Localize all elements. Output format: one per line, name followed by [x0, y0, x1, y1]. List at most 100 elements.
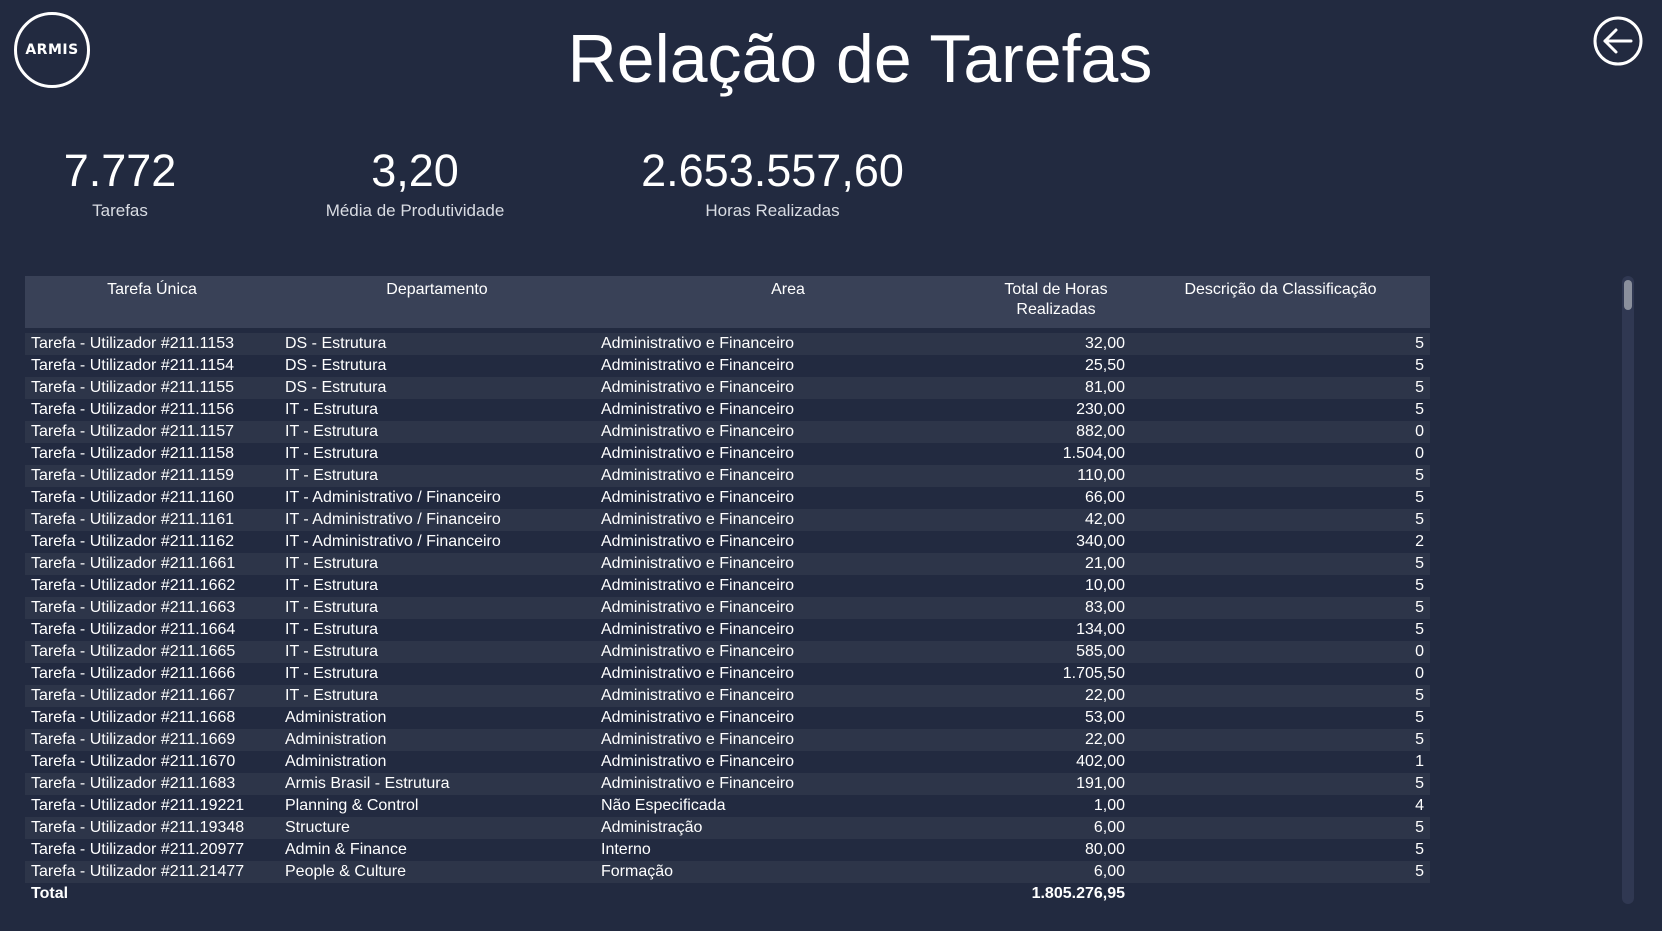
column-header-tarefa[interactable]: Tarefa Única: [25, 276, 279, 328]
cell-classificacao: 0: [1131, 443, 1430, 465]
cell-classificacao: 0: [1131, 663, 1430, 685]
cell-departamento: IT - Estrutura: [279, 421, 595, 443]
table-row[interactable]: Tarefa - Utilizador #211.20977 Admin & Fi…: [25, 839, 1430, 861]
cell-area: Administrativo e Financeiro: [595, 597, 981, 619]
table-row[interactable]: Tarefa - Utilizador #211.1661 IT - Estrut…: [25, 553, 1430, 575]
cell-classificacao: 5: [1131, 685, 1430, 707]
cell-horas: 66,00: [981, 487, 1131, 509]
cell-departamento: Admin & Finance: [279, 839, 595, 861]
table-row[interactable]: Tarefa - Utilizador #211.19348 Structure A…: [25, 817, 1430, 839]
table-row[interactable]: Tarefa - Utilizador #211.1667 IT - Estrut…: [25, 685, 1430, 707]
cell-classificacao: 5: [1131, 509, 1430, 531]
column-header-classificacao[interactable]: Descrição da Classificação: [1131, 276, 1430, 328]
table-row[interactable]: Tarefa - Utilizador #211.1159 IT - Estrut…: [25, 465, 1430, 487]
table-row[interactable]: Tarefa - Utilizador #211.1157 IT - Estrut…: [25, 421, 1430, 443]
kpi-label: Tarefas: [92, 201, 148, 220]
arrow-left-circle-icon: [1593, 16, 1643, 66]
cell-tarefa: Tarefa - Utilizador #211.1668: [25, 707, 279, 729]
cell-departamento: IT - Administrativo / Financeiro: [279, 509, 595, 531]
cell-area: Administrativo e Financeiro: [595, 619, 981, 641]
kpi-horas: 2.653.557,60 Horas Realizadas: [640, 145, 905, 221]
cell-classificacao: 5: [1131, 553, 1430, 575]
table-row[interactable]: Tarefa - Utilizador #211.19221 Planning &…: [25, 795, 1430, 817]
table-row[interactable]: Tarefa - Utilizador #211.1162 IT - Admini…: [25, 531, 1430, 553]
table-row[interactable]: Tarefa - Utilizador #211.1668 Administrat…: [25, 707, 1430, 729]
table-row[interactable]: Tarefa - Utilizador #211.1161 IT - Admini…: [25, 509, 1430, 531]
table-row[interactable]: Tarefa - Utilizador #211.1156 IT - Estrut…: [25, 399, 1430, 421]
cell-tarefa: Tarefa - Utilizador #211.1155: [25, 377, 279, 399]
cell-area: Administrativo e Financeiro: [595, 399, 981, 421]
cell-horas: 21,00: [981, 553, 1131, 575]
cell-tarefa: Tarefa - Utilizador #211.1153: [25, 333, 279, 355]
column-header-horas[interactable]: Total de Horas Realizadas: [981, 276, 1131, 328]
cell-horas: 110,00: [981, 465, 1131, 487]
cell-classificacao: 0: [1131, 421, 1430, 443]
vertical-scrollbar[interactable]: [1622, 276, 1634, 904]
cell-horas: 10,00: [981, 575, 1131, 597]
table-row[interactable]: Tarefa - Utilizador #211.1155 DS - Estrut…: [25, 377, 1430, 399]
table-row[interactable]: Tarefa - Utilizador #211.1670 Administrat…: [25, 751, 1430, 773]
cell-area: Administrativo e Financeiro: [595, 465, 981, 487]
table-row[interactable]: Tarefa - Utilizador #211.1665 IT - Estrut…: [25, 641, 1430, 663]
cell-area: Administração: [595, 817, 981, 839]
cell-classificacao: 5: [1131, 487, 1430, 509]
cell-tarefa: Tarefa - Utilizador #211.1670: [25, 751, 279, 773]
cell-horas: 1.504,00: [981, 443, 1131, 465]
cell-departamento: IT - Administrativo / Financeiro: [279, 531, 595, 553]
cell-area: Administrativo e Financeiro: [595, 729, 981, 751]
cell-horas: 585,00: [981, 641, 1131, 663]
column-header-area[interactable]: Area: [595, 276, 981, 328]
cell-classificacao: 5: [1131, 465, 1430, 487]
cell-horas: 42,00: [981, 509, 1131, 531]
cell-horas: 22,00: [981, 729, 1131, 751]
cell-classificacao: 5: [1131, 597, 1430, 619]
total-row: Total 1.805.276,95: [25, 883, 1430, 905]
cell-tarefa: Tarefa - Utilizador #211.21477: [25, 861, 279, 883]
cell-area: Administrativo e Financeiro: [595, 575, 981, 597]
table-row[interactable]: Tarefa - Utilizador #211.1664 IT - Estrut…: [25, 619, 1430, 641]
cell-horas: 340,00: [981, 531, 1131, 553]
table-header-row: Tarefa Única Departamento Area Total de …: [25, 276, 1430, 328]
cell-area: Não Especificada: [595, 795, 981, 817]
cell-classificacao: 5: [1131, 773, 1430, 795]
cell-classificacao: 5: [1131, 575, 1430, 597]
page-title: Relação de Tarefas: [567, 21, 1153, 97]
column-header-departamento[interactable]: Departamento: [279, 276, 595, 328]
cell-departamento: IT - Estrutura: [279, 553, 595, 575]
cell-horas: 134,00: [981, 619, 1131, 641]
cell-tarefa: Tarefa - Utilizador #211.19221: [25, 795, 279, 817]
table-row[interactable]: Tarefa - Utilizador #211.1158 IT - Estrut…: [25, 443, 1430, 465]
cell-departamento: Administration: [279, 707, 595, 729]
cell-horas: 81,00: [981, 377, 1131, 399]
scrollbar-thumb[interactable]: [1624, 280, 1632, 310]
cell-area: Administrativo e Financeiro: [595, 553, 981, 575]
cell-tarefa: Tarefa - Utilizador #211.1663: [25, 597, 279, 619]
table-row[interactable]: Tarefa - Utilizador #211.1683 Armis Brasi…: [25, 773, 1430, 795]
cell-area: Administrativo e Financeiro: [595, 355, 981, 377]
table-row[interactable]: Tarefa - Utilizador #211.1154 DS - Estrut…: [25, 355, 1430, 377]
kpi-tarefas: 7.772 Tarefas: [55, 145, 185, 221]
table-row[interactable]: Tarefa - Utilizador #211.1669 Administrat…: [25, 729, 1430, 751]
back-button[interactable]: [1592, 15, 1644, 67]
table-row[interactable]: Tarefa - Utilizador #211.1663 IT - Estrut…: [25, 597, 1430, 619]
cell-departamento: IT - Administrativo / Financeiro: [279, 487, 595, 509]
cell-horas: 53,00: [981, 707, 1131, 729]
cell-tarefa: Tarefa - Utilizador #211.1661: [25, 553, 279, 575]
table-row[interactable]: Tarefa - Utilizador #211.1153 DS - Estrut…: [25, 333, 1430, 355]
cell-tarefa: Tarefa - Utilizador #211.1669: [25, 729, 279, 751]
cell-classificacao: 5: [1131, 729, 1430, 751]
cell-departamento: IT - Estrutura: [279, 597, 595, 619]
cell-tarefa: Tarefa - Utilizador #211.1662: [25, 575, 279, 597]
table-row[interactable]: Tarefa - Utilizador #211.1662 IT - Estrut…: [25, 575, 1430, 597]
total-empty: [1131, 883, 1430, 905]
kpi-label: Média de Produtividade: [325, 201, 505, 220]
cell-area: Administrativo e Financeiro: [595, 443, 981, 465]
table-row[interactable]: Tarefa - Utilizador #211.1666 IT - Estrut…: [25, 663, 1430, 685]
cell-classificacao: 5: [1131, 861, 1430, 883]
table-row[interactable]: Tarefa - Utilizador #211.1160 IT - Admini…: [25, 487, 1430, 509]
cell-tarefa: Tarefa - Utilizador #211.1156: [25, 399, 279, 421]
cell-tarefa: Tarefa - Utilizador #211.1666: [25, 663, 279, 685]
table-row[interactable]: Tarefa - Utilizador #211.21477 People & C…: [25, 861, 1430, 883]
cell-classificacao: 4: [1131, 795, 1430, 817]
cell-tarefa: Tarefa - Utilizador #211.1159: [25, 465, 279, 487]
